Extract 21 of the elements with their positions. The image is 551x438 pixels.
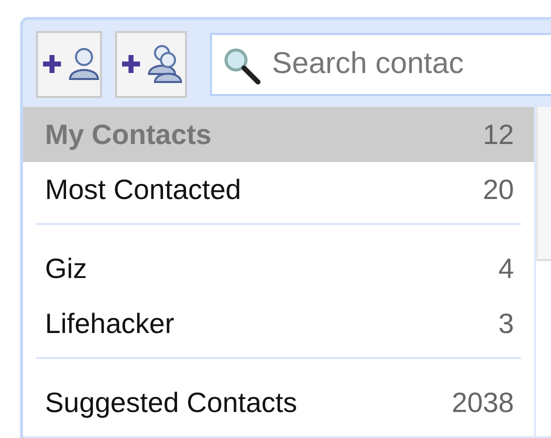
add-contact-button[interactable] <box>36 30 102 98</box>
people-icon <box>147 44 185 84</box>
search-field[interactable]: Search contac <box>210 32 551 96</box>
group-count: 2038 <box>452 386 514 418</box>
group-item[interactable]: Most Contacted 20 <box>23 162 534 217</box>
group-item[interactable]: My Contacts 12 <box>23 107 534 162</box>
group-count: 12 <box>482 118 514 150</box>
group-count: 20 <box>482 174 514 206</box>
search-icon <box>222 46 262 86</box>
group-name: Giz <box>45 252 87 284</box>
group-count: 4 <box>498 252 514 284</box>
add-group-button[interactable] <box>115 30 187 98</box>
group-item[interactable]: Lifehacker 3 <box>23 296 534 351</box>
group-name: Suggested Contacts <box>45 386 298 418</box>
group-name: Lifehacker <box>45 308 174 340</box>
person-icon <box>68 47 100 81</box>
group-count: 3 <box>498 308 514 340</box>
group-item[interactable]: Giz 4 <box>23 241 534 296</box>
group-name: Most Contacted <box>45 174 242 206</box>
group-name: My Contacts <box>45 118 212 150</box>
group-item[interactable]: Suggested Contacts 2038 <box>23 375 534 430</box>
